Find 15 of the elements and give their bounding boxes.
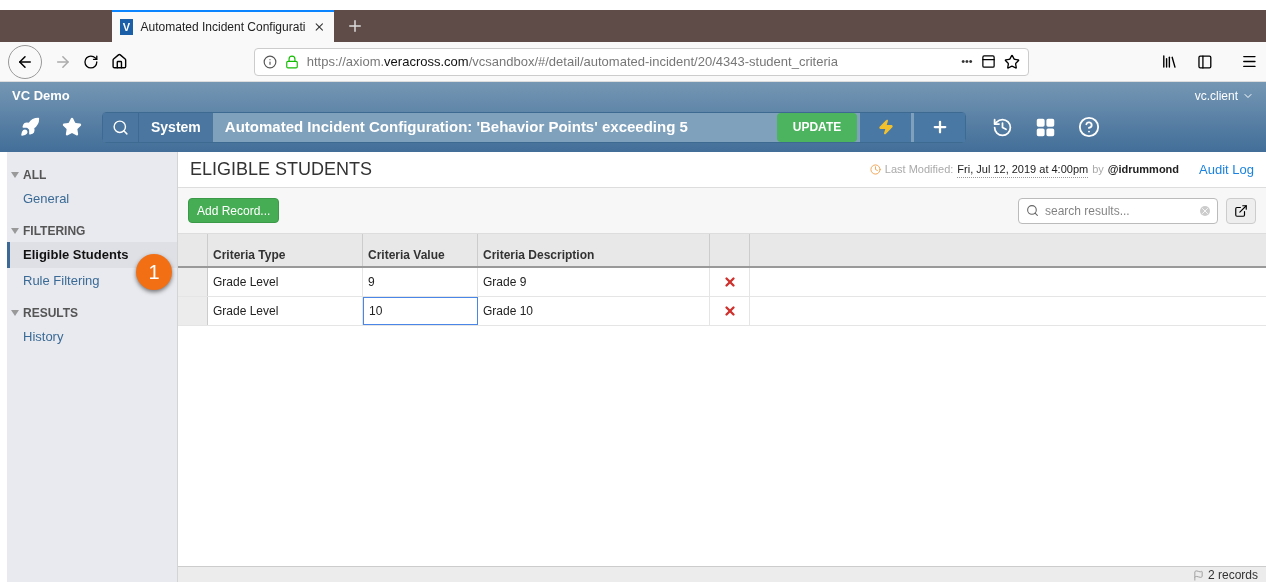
page-title: ELIGIBLE STUDENTS — [190, 158, 373, 181]
modified-user: @idrummond — [1107, 162, 1180, 178]
modified-label: Last Modified: — [884, 162, 954, 178]
record-count: 2 records — [1207, 567, 1258, 582]
url-text: https://axiom.veracross.com/vcsandbox/#/detail/automated-incident/20/4343-student_criteria — [306, 52, 838, 71]
site-logo: V — [120, 19, 133, 35]
record-title: Automated Incident Configuration: 'Behavior Points' exceeding 5 — [224, 116, 688, 137]
instance-name: VC Demo — [12, 87, 70, 106]
tab-title: Automated Incident Configurati — [140, 19, 306, 36]
modified-by-label: by — [1092, 162, 1104, 178]
section-title: ALL — [23, 167, 47, 184]
section-title: FILTERING — [23, 223, 86, 240]
step-marker-tooltip: 1 — [136, 254, 172, 290]
section-title: RESULTS — [23, 305, 79, 322]
modified-date: Fri, Jul 12, 2019 at 4:00pm — [957, 160, 1089, 179]
